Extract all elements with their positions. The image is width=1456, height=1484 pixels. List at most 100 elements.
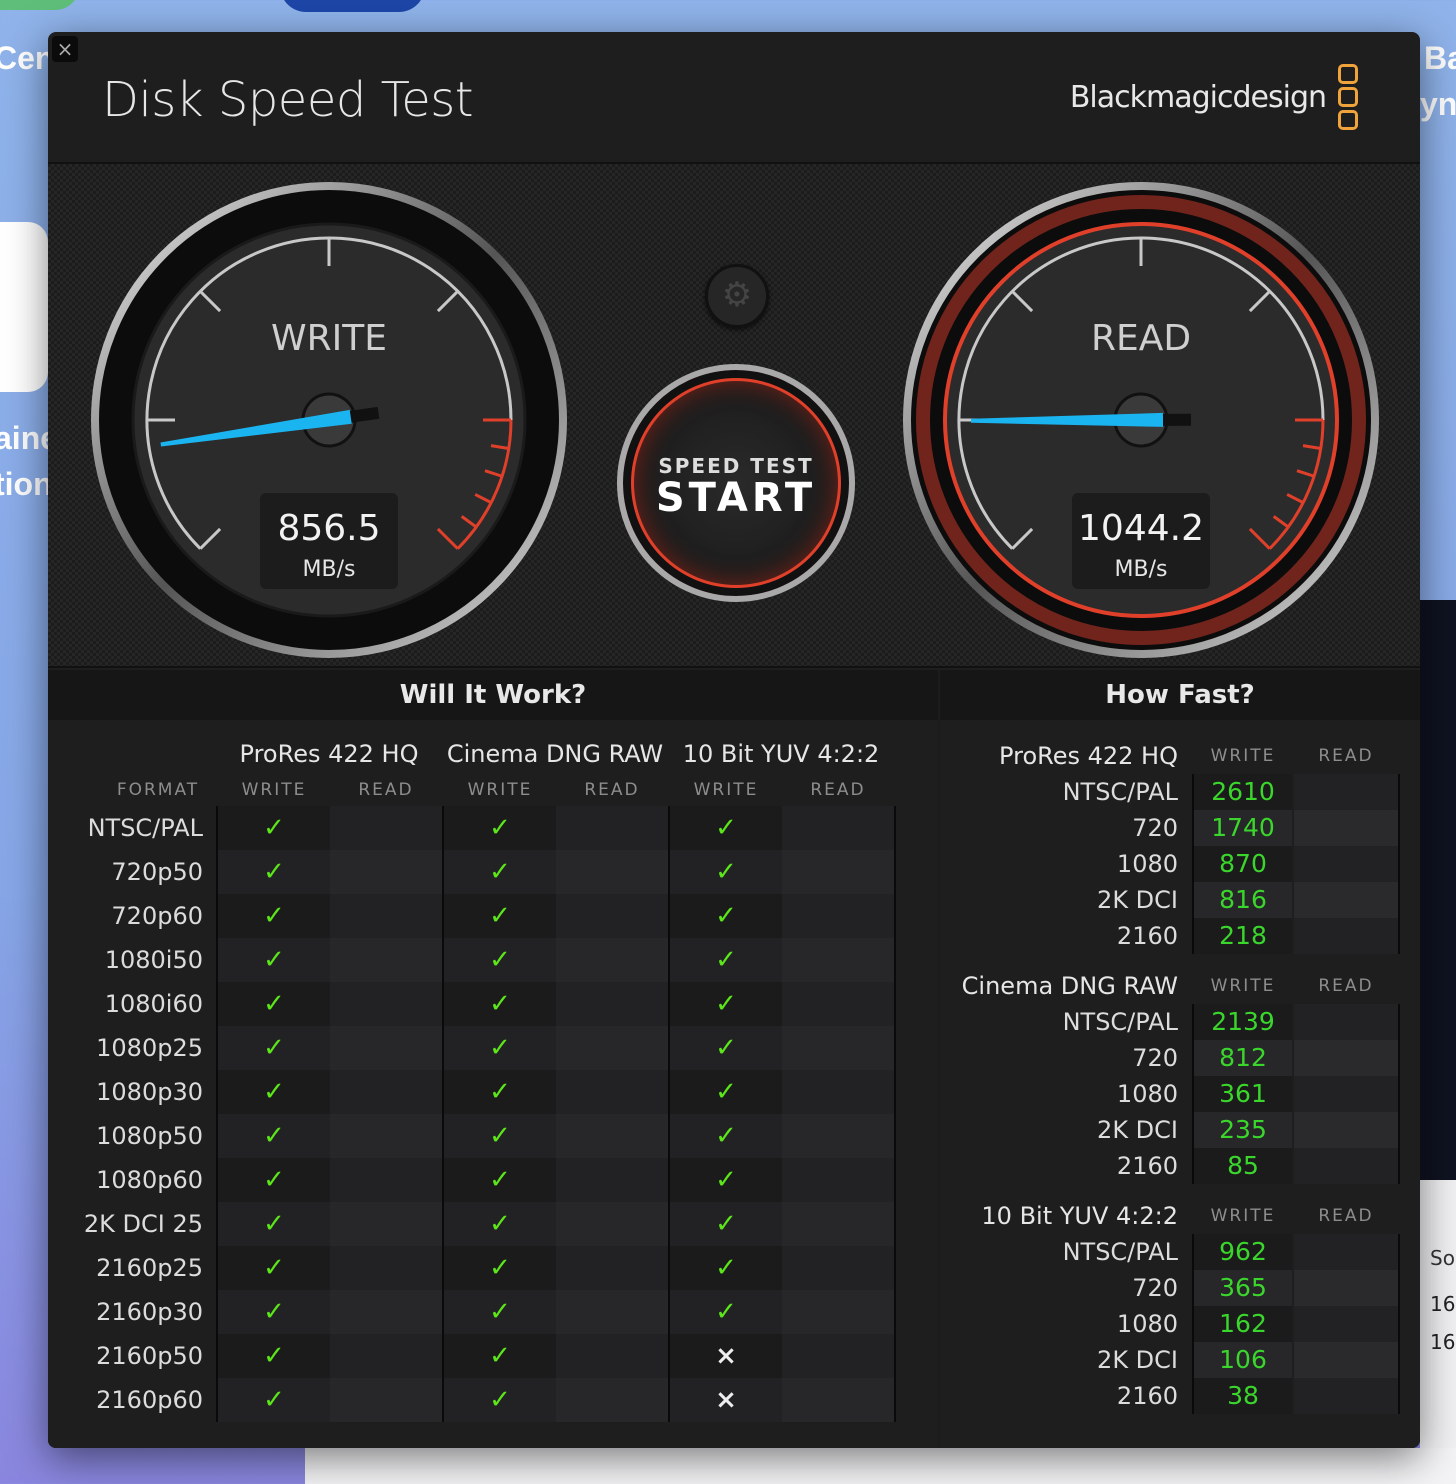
codec-header: ProRes 422 HQ xyxy=(239,740,419,768)
result-cell xyxy=(556,1246,668,1290)
result-cell xyxy=(330,850,442,894)
resolution-label: NTSC/PAL xyxy=(1062,1008,1178,1036)
read-cell xyxy=(1294,1076,1398,1112)
checkmark-icon: ✓ xyxy=(715,1253,737,1283)
result-cell xyxy=(330,1070,442,1114)
format-label: 720p60 xyxy=(111,902,203,930)
checkmark-icon: ✓ xyxy=(715,901,737,931)
result-cell xyxy=(782,1202,894,1246)
checkmark-icon: ✓ xyxy=(489,945,511,975)
settings-gear-button[interactable]: ⚙ xyxy=(705,264,769,328)
gauge-unit: MB/s xyxy=(1115,557,1168,582)
checkmark-icon: ✓ xyxy=(263,1077,285,1107)
speed-test-start-button[interactable]: SPEED TEST START xyxy=(617,364,855,602)
checkmark-icon: ✓ xyxy=(489,1033,511,1063)
checkmark-icon: ✓ xyxy=(715,1297,737,1327)
will-it-work-title: Will It Work? xyxy=(48,670,938,720)
read-cell xyxy=(1294,1270,1398,1306)
format-label: NTSC/PAL xyxy=(87,814,203,842)
result-cell xyxy=(330,1334,442,1378)
write-header: WRITE xyxy=(693,780,759,800)
read-cell xyxy=(1294,1040,1398,1076)
checkmark-icon: ✓ xyxy=(263,1385,285,1415)
gauge-label: READ xyxy=(1091,318,1191,359)
resolution-label: 720 xyxy=(1132,1044,1178,1072)
checkmark-icon: ✓ xyxy=(489,813,511,843)
resolution-label: 1080 xyxy=(1116,850,1178,878)
write-speed-value: 816 xyxy=(1219,885,1267,914)
result-cell xyxy=(556,1290,668,1334)
codec-header: 10 Bit YUV 4:2:2 xyxy=(682,740,880,768)
desktop-label: 16 xyxy=(1430,1330,1456,1354)
format-label: 2160p50 xyxy=(96,1342,203,1370)
brand-name: Blackmagicdesign xyxy=(1069,80,1327,115)
result-cell xyxy=(330,1114,442,1158)
result-cell xyxy=(782,1070,894,1114)
resolution-label: 2160 xyxy=(1116,1152,1178,1180)
result-cell xyxy=(782,806,894,850)
checkmark-icon: ✓ xyxy=(715,945,737,975)
write-speed-value: 38 xyxy=(1227,1381,1259,1410)
result-cell xyxy=(556,1026,668,1070)
checkmark-icon: ✓ xyxy=(715,1033,737,1063)
format-label: 1080p25 xyxy=(96,1034,203,1062)
how-fast-panel: How Fast? ProRes 422 HQ WRITE READ NTSC/PAL… xyxy=(940,670,1420,1448)
disk-speed-test-window: × Disk Speed Test Blackmagicdesign WRITE… xyxy=(48,32,1420,1448)
codec-header: ProRes 422 HQ xyxy=(999,742,1178,770)
checkmark-icon: ✓ xyxy=(715,989,737,1019)
result-cell xyxy=(556,894,668,938)
column-divider xyxy=(894,806,896,1422)
checkmark-icon: ✓ xyxy=(489,1341,511,1371)
format-label: 1080p60 xyxy=(96,1166,203,1194)
write-speed-value: 1740 xyxy=(1211,813,1275,842)
read-cell xyxy=(1294,846,1398,882)
codec-header: Cinema DNG RAW xyxy=(961,972,1178,1000)
write-speed-value: 361 xyxy=(1219,1079,1267,1108)
resolution-label: NTSC/PAL xyxy=(1062,778,1178,806)
result-cell xyxy=(782,1290,894,1334)
gauge-unit: MB/s xyxy=(303,557,356,582)
column-divider xyxy=(1192,774,1194,954)
read-header: READ xyxy=(584,780,640,800)
close-button[interactable]: × xyxy=(52,36,78,62)
format-label: 720p50 xyxy=(111,858,203,886)
column-divider xyxy=(1398,1234,1400,1414)
result-cell xyxy=(330,1026,442,1070)
checkmark-icon: ✓ xyxy=(715,813,737,843)
resolution-label: 2K DCI xyxy=(1097,1116,1178,1144)
checkmark-icon: ✓ xyxy=(715,1209,737,1239)
result-cell xyxy=(782,1378,894,1422)
gauge-value: 856.5 xyxy=(277,508,380,549)
write-header: WRITE xyxy=(467,780,533,800)
write-speed-value: 812 xyxy=(1219,1043,1267,1072)
checkmark-icon: ✓ xyxy=(489,857,511,887)
result-cell xyxy=(556,1334,668,1378)
desktop-label: 16 xyxy=(1430,1292,1456,1316)
gauge-area: WRITE 856.5 MB/s READ 1044.2 MB/s ⚙ SPEED TE… xyxy=(48,162,1420,668)
background-window xyxy=(305,1448,1456,1484)
checkmark-icon: ✓ xyxy=(715,857,737,887)
read-cell xyxy=(1294,1378,1398,1414)
format-label: 2160p60 xyxy=(96,1386,203,1414)
result-cell xyxy=(330,1378,442,1422)
column-divider xyxy=(1398,774,1400,954)
checkmark-icon: ✓ xyxy=(489,1121,511,1151)
write-header: WRITE xyxy=(1210,976,1276,996)
will-it-work-panel: Will It Work? ProRes 422 HQ Cinema DNG RA… xyxy=(48,670,938,1448)
write-speed-value: 235 xyxy=(1219,1115,1267,1144)
checkmark-icon: ✓ xyxy=(263,1253,285,1283)
gauge-value: 1044.2 xyxy=(1078,508,1204,549)
write-header: WRITE xyxy=(1210,1206,1276,1226)
how-fast-title: How Fast? xyxy=(940,670,1420,720)
write-speed-value: 162 xyxy=(1219,1309,1267,1338)
result-cell xyxy=(782,982,894,1026)
result-cell xyxy=(556,1378,668,1422)
result-cell xyxy=(330,1290,442,1334)
write-gauge: WRITE 856.5 MB/s xyxy=(91,182,567,658)
format-label: 1080i50 xyxy=(104,946,203,974)
result-cell xyxy=(782,938,894,982)
gauge-label: WRITE xyxy=(271,318,387,359)
write-speed-value: 2610 xyxy=(1211,777,1275,806)
read-cell xyxy=(1294,1306,1398,1342)
codec-header: Cinema DNG RAW xyxy=(446,740,664,768)
